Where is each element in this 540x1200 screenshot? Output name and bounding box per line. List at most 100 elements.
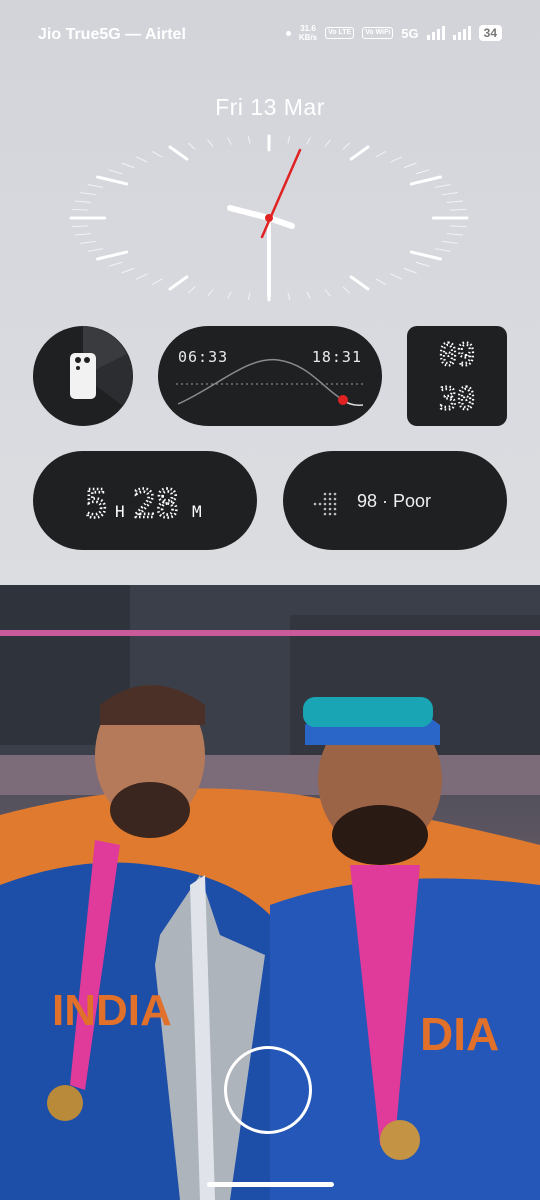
clock-tick [375, 151, 386, 158]
clock-tick [74, 233, 92, 236]
clock-tick [375, 278, 386, 285]
clock-tick [108, 261, 123, 267]
clock-tick [342, 142, 351, 150]
clock-tick [227, 137, 232, 145]
clock-center [265, 214, 273, 222]
phone-widget[interactable] [33, 326, 133, 426]
clock-tick [187, 142, 196, 150]
signal-2-icon [452, 26, 471, 40]
clock-tick [152, 278, 163, 285]
svg-text:INDIA: INDIA [52, 986, 172, 1035]
sleep-minutes: 28 [133, 482, 179, 526]
sleep-widget[interactable]: 5 H 28 M [33, 451, 257, 550]
clock-tick [409, 250, 442, 261]
clock-tick [96, 175, 129, 186]
clock-tick [449, 208, 467, 211]
clock-tick [446, 200, 464, 203]
air-dot [323, 512, 327, 516]
vowifi-icon: Vo WiFi [362, 27, 394, 39]
signal-1-icon [426, 26, 445, 40]
clock-tick [287, 292, 291, 301]
network-speed: 31.6 KB/s [298, 24, 318, 42]
clock-tick [227, 291, 232, 299]
air-dot [323, 492, 327, 496]
clock-tick [434, 248, 451, 252]
clock-tick [247, 135, 251, 144]
air-dot [323, 502, 327, 506]
clock-tick [87, 184, 104, 188]
air-dot [328, 507, 332, 511]
sleep-minutes-unit: M [192, 502, 202, 521]
sleep-hours: 5 [85, 482, 108, 526]
air-dot [318, 502, 322, 506]
air-quality-widget[interactable]: 98 · Poor [283, 451, 507, 550]
clock-tick [207, 139, 214, 147]
dot-matrix-time: 09 30 [438, 337, 476, 418]
clock-tick [71, 225, 89, 228]
clock-tick [441, 240, 458, 244]
sun-widget[interactable]: 06:33 18:31 [158, 326, 382, 426]
volte-icon: Vo LTE [325, 27, 355, 39]
clock-tick [342, 286, 351, 294]
clock-tick [390, 273, 402, 280]
clock-hour: 09 [439, 338, 475, 373]
air-dot [333, 502, 337, 506]
clock-tick [121, 267, 135, 274]
notification-dot-icon [285, 30, 291, 36]
clock-tick [324, 289, 331, 297]
air-dot [323, 507, 327, 511]
air-dot [333, 512, 337, 516]
clock-tick [324, 139, 331, 147]
home-indicator[interactable] [207, 1182, 334, 1187]
battery-icon: 34 [478, 25, 502, 41]
carrier-label: Jio True5G — Airtel [38, 26, 186, 43]
clock-tick [136, 156, 148, 163]
clock-tick [80, 240, 97, 244]
air-dot [328, 492, 332, 496]
air-dot [333, 497, 337, 501]
sun-position-dot [338, 395, 348, 405]
clock-tick [136, 273, 148, 280]
clock-minute: 30 [439, 382, 475, 417]
clock-tick [87, 248, 104, 252]
sleep-hours-unit: H [115, 502, 125, 521]
clock-tick [446, 233, 464, 236]
clock-tick [187, 286, 196, 294]
clock-tick [287, 135, 291, 144]
clock-tick [349, 145, 370, 161]
air-dot [313, 502, 317, 506]
clock-tick [306, 291, 311, 299]
clock-tick [71, 208, 89, 211]
clock-tick [74, 200, 92, 203]
air-dot [333, 492, 337, 496]
clock-tick [96, 250, 129, 261]
lockscreen-date: Fri 13 Mar [215, 94, 325, 120]
status-icons: 31.6 KB/s Vo LTE Vo WiFi 5G 34 [285, 24, 502, 42]
clock-tick [390, 156, 402, 163]
camera-shortcut-icon[interactable] [224, 1046, 312, 1134]
air-dot [328, 497, 332, 501]
air-dot [333, 507, 337, 511]
clock-tick [409, 175, 442, 186]
air-dot [323, 497, 327, 501]
analog-clock [69, 134, 469, 302]
network-type: 5G [401, 25, 419, 41]
svg-text:DIA: DIA [420, 1008, 499, 1060]
clock-tick [403, 162, 417, 169]
clock-tick [306, 137, 311, 145]
digital-clock-widget[interactable]: 09 30 [407, 326, 507, 426]
status-bar: Jio True5G — Airtel 31.6 KB/s Vo LTE Vo … [0, 0, 540, 68]
air-dot [328, 512, 332, 516]
clock-tick [434, 184, 451, 188]
phone-back-icon [70, 326, 133, 406]
clock-tick [415, 169, 430, 175]
clock-tick [441, 192, 458, 196]
air-dot [328, 502, 332, 506]
hour-hand [227, 205, 272, 221]
clock-tick [349, 275, 370, 291]
clock-tick [80, 192, 97, 196]
air-quality-label: 98 · Poor [357, 491, 432, 511]
clock-tick [168, 275, 189, 291]
clock-tick [207, 289, 214, 297]
clock-tick [152, 151, 163, 158]
